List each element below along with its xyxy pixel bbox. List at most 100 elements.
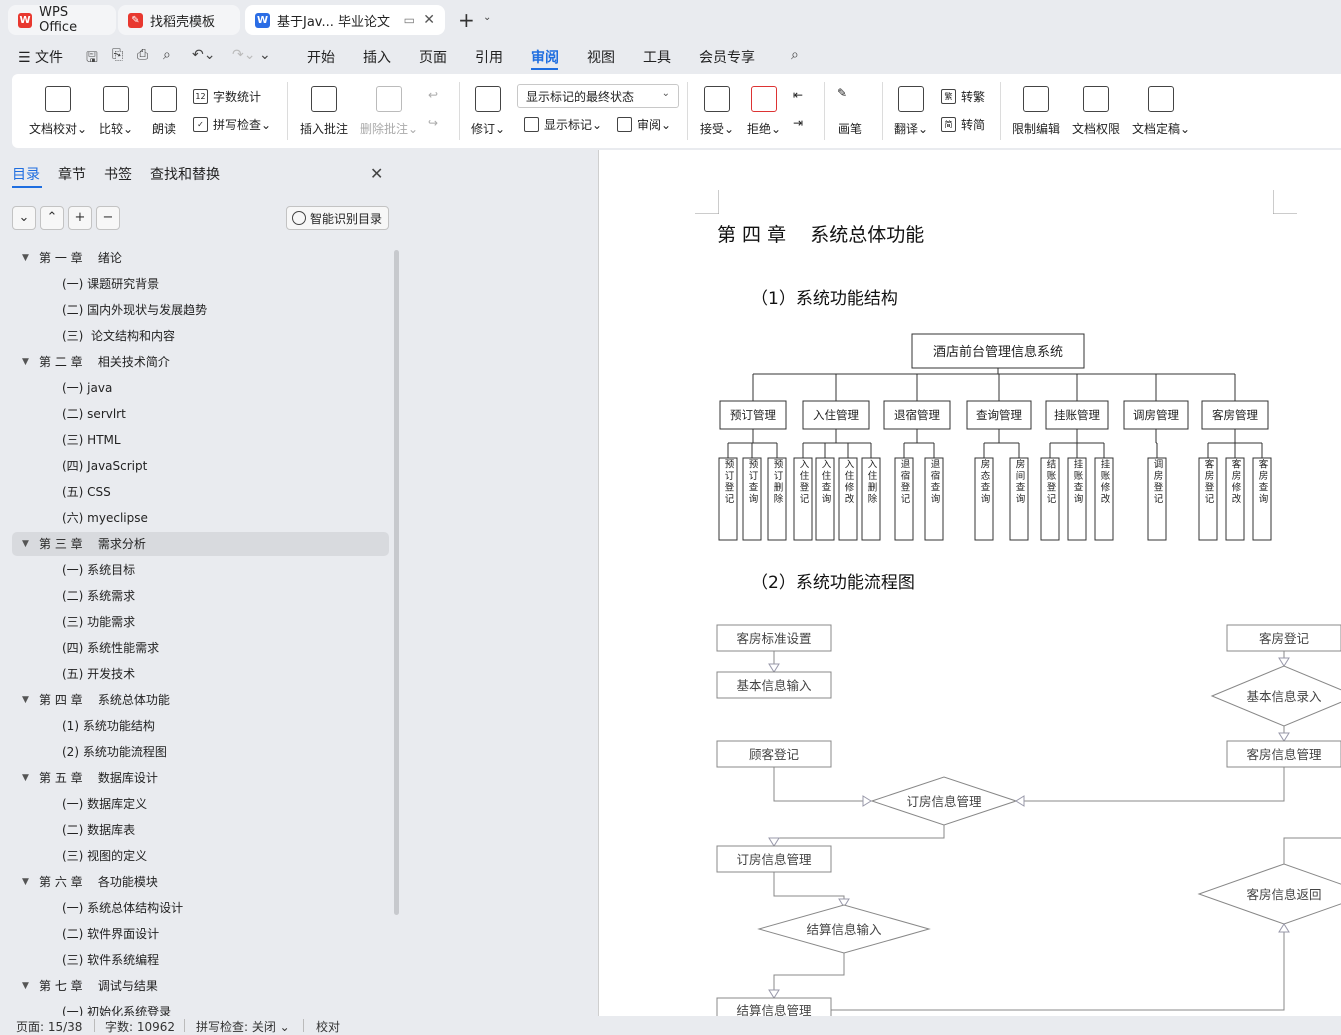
file-menu[interactable]: ☰ 文件 — [18, 47, 63, 67]
tab-chapter[interactable]: 章节 — [58, 164, 86, 184]
toc-item[interactable]: (二) servlrt — [12, 402, 389, 426]
next-change-icon[interactable]: ⇥ — [793, 116, 803, 130]
prev-comment-icon[interactable]: ↩ — [428, 88, 438, 102]
toc-item[interactable]: (一) 课题研究背景 — [12, 272, 389, 296]
read-aloud-button[interactable]: 朗读 — [151, 86, 177, 137]
word-count-button[interactable]: 12 字数统计 — [193, 88, 261, 105]
show-marks-button[interactable]: 显示标记 ⌄ — [524, 116, 602, 133]
tab-template-store[interactable]: ✎ 找稻壳模板 — [118, 5, 240, 35]
new-tab-button[interactable]: + — [458, 9, 475, 31]
track-changes-button[interactable]: 修订⌄ — [471, 86, 505, 137]
add-level-button[interactable]: + — [68, 206, 92, 230]
toc-item[interactable]: (二) 数据库表 — [12, 818, 389, 842]
toc-item[interactable]: (三) 功能需求 — [12, 610, 389, 634]
save-icon[interactable]: 🖫 — [86, 47, 98, 71]
next-comment-icon[interactable]: ↪ — [428, 116, 438, 130]
more-chevron-icon[interactable]: ⌄ — [259, 47, 271, 63]
print-preview-icon[interactable]: ⌕ — [163, 47, 171, 63]
toc-item[interactable]: (三) 软件系统编程 — [12, 948, 389, 972]
toc-item[interactable]: ▼ 第 六 章 各功能模块 — [12, 870, 389, 894]
menu-item-insert[interactable]: 插入 — [363, 47, 391, 67]
toc-item[interactable]: (一) 初始化系统登录 — [12, 1000, 389, 1016]
restrict-edit-button[interactable]: 限制编辑 — [1012, 86, 1060, 137]
toc-item[interactable]: (三) HTML — [12, 428, 389, 452]
menu-item-tools[interactable]: 工具 — [643, 47, 671, 67]
toc-item[interactable]: (二) 软件界面设计 — [12, 922, 389, 946]
toc-item[interactable]: (2) 系统功能流程图 — [12, 740, 389, 764]
doc-proof-button[interactable]: 文档校对⌄ — [29, 86, 87, 137]
expand-triangle-icon[interactable]: ▼ — [22, 766, 29, 790]
finalize-button[interactable]: 文档定稿⌄ — [1132, 86, 1190, 137]
insert-comment-button[interactable]: 插入批注 — [300, 86, 348, 137]
expand-triangle-icon[interactable]: ▼ — [22, 974, 29, 998]
close-icon[interactable]: ✕ — [370, 164, 383, 183]
toc-item[interactable]: (五) 开发技术 — [12, 662, 389, 686]
word-count-indicator[interactable]: 字数: 10962 — [105, 1018, 175, 1035]
reject-button[interactable]: 拒绝⌄ — [747, 86, 781, 137]
accept-button[interactable]: 接受⌄ — [700, 86, 734, 137]
menu-item-member[interactable]: 会员专享 — [699, 47, 755, 67]
toc-item[interactable]: (二) 系统需求 — [12, 584, 389, 608]
review-pane-button[interactable]: 审阅 ⌄ — [617, 116, 671, 133]
toc-item[interactable]: (四) JavaScript — [12, 454, 389, 478]
toc-item[interactable]: (四) 系统性能需求 — [12, 636, 389, 660]
toc-item[interactable]: (六) myeclipse — [12, 506, 389, 530]
tab-bookmark[interactable]: 书签 — [104, 164, 132, 184]
toc-item[interactable]: ▼ 第 一 章 绪论 — [12, 246, 389, 270]
toc-item[interactable]: (一) java — [12, 376, 389, 400]
to-simplified-button[interactable]: 简转简 — [941, 116, 985, 133]
prev-change-icon[interactable]: ⇤ — [793, 88, 803, 102]
chevron-down-icon[interactable]: ⌄ — [483, 12, 491, 23]
menu-item-reference[interactable]: 引用 — [475, 47, 503, 67]
document-page[interactable]: 第 四 章 系统总体功能 （1）系统功能结构 （2）系统功能流程图 酒店前台管理… — [598, 150, 1341, 1016]
expand-triangle-icon[interactable]: ▼ — [22, 246, 29, 270]
toc-item[interactable]: (五) CSS — [12, 480, 389, 504]
close-icon[interactable]: ✕ — [423, 12, 435, 28]
tab-document[interactable]: W 基于Jav... 毕业论文 ▭ ✕ — [245, 5, 445, 35]
toc-item[interactable]: (1) 系统功能结构 — [12, 714, 389, 738]
expand-triangle-icon[interactable]: ▼ — [22, 870, 29, 894]
menu-item-start[interactable]: 开始 — [307, 47, 335, 67]
remove-level-button[interactable]: − — [96, 206, 120, 230]
to-traditional-button[interactable]: 繁转繁 — [941, 88, 985, 105]
toc-item[interactable]: ▼ 第 七 章 调试与结果 — [12, 974, 389, 998]
mark-state-select[interactable]: 显示标记的最终状态 ⌄ — [517, 84, 679, 108]
collapse-up-button[interactable]: ⌃ — [40, 206, 64, 230]
toc-item[interactable]: ▼ 第 三 章 需求分析 — [12, 532, 389, 556]
pen-button[interactable]: ✎ 画笔 — [837, 86, 863, 137]
toc-item[interactable]: (一) 数据库定义 — [12, 792, 389, 816]
spell-check-indicator[interactable]: 拼写检查: 关闭 ⌄ — [196, 1018, 290, 1035]
toc-item[interactable]: (三) 论文结构和内容 — [12, 324, 389, 348]
translate-button[interactable]: 翻译⌄ — [894, 86, 928, 137]
window-icon[interactable]: ▭ — [404, 13, 415, 27]
redo-icon[interactable]: ↷⌄ — [232, 47, 255, 63]
menu-item-review[interactable]: 审阅 — [531, 47, 559, 67]
toc-item[interactable]: (一) 系统总体结构设计 — [12, 896, 389, 920]
undo-icon[interactable]: ↶⌄ — [192, 47, 215, 63]
toc-item[interactable]: (三) 视图的定义 — [12, 844, 389, 868]
expand-triangle-icon[interactable]: ▼ — [22, 532, 29, 556]
compare-button[interactable]: 比较⌄ — [99, 86, 133, 137]
tab-wps-office[interactable]: W WPS Office — [8, 5, 116, 35]
toc-item[interactable]: ▼ 第 二 章 相关技术简介 — [12, 350, 389, 374]
spell-check-button[interactable]: ✓ 拼写检查 ⌄ — [193, 116, 271, 133]
toc-item[interactable]: (二) 国内外现状与发展趋势 — [12, 298, 389, 322]
scrollbar[interactable] — [394, 250, 399, 915]
search-icon[interactable]: ⌕ — [791, 47, 799, 63]
expand-triangle-icon[interactable]: ▼ — [22, 688, 29, 712]
share-icon[interactable]: ⎘ — [112, 47, 123, 63]
proof-indicator[interactable]: 校对 — [316, 1018, 340, 1035]
toc-item[interactable]: ▼ 第 五 章 数据库设计 — [12, 766, 389, 790]
print-icon[interactable]: ⎙ — [137, 47, 148, 63]
delete-comment-button[interactable]: 删除批注⌄ — [360, 86, 418, 137]
menu-item-view[interactable]: 视图 — [587, 47, 615, 67]
smart-toc-button[interactable]: 智能识别目录 — [286, 206, 389, 230]
expand-triangle-icon[interactable]: ▼ — [22, 350, 29, 374]
toc-item[interactable]: ▼ 第 四 章 系统总体功能 — [12, 688, 389, 712]
expand-down-button[interactable]: ⌄ — [12, 206, 36, 230]
page-indicator[interactable]: 页面: 15/38 — [16, 1018, 82, 1035]
toc-item[interactable]: (一) 系统目标 — [12, 558, 389, 582]
tab-toc[interactable]: 目录 — [12, 164, 40, 184]
doc-permission-button[interactable]: 文档权限 — [1072, 86, 1120, 137]
tab-find-replace[interactable]: 查找和替换 — [150, 164, 220, 184]
